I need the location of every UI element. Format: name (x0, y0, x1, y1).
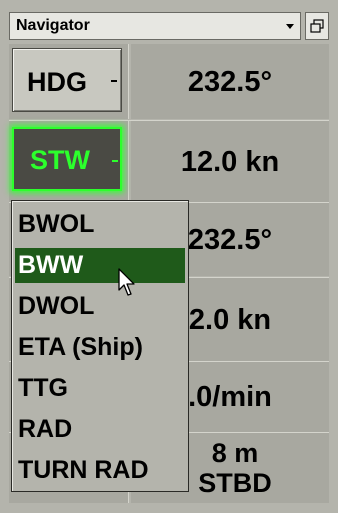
row-6-value-line2: STBD (198, 468, 272, 498)
menu-item-bww[interactable]: BWW (15, 248, 185, 283)
dropdown-arrow-icon (111, 80, 117, 82)
mode-dropdown-menu: BWOL BWW DWOL ETA (Ship) TTG RAD TURN RA… (11, 200, 189, 492)
navigator-panel: Navigator HDG 232.5° STW 12.0 kn 232.5° … (0, 0, 338, 513)
menu-item-turn-rad[interactable]: TURN RAD (15, 453, 185, 488)
dropdown-arrow-icon (112, 160, 118, 162)
menu-item-ttg[interactable]: TTG (15, 371, 185, 406)
mode-cell: STW (9, 121, 129, 202)
row-hdg: HDG 232.5° (9, 44, 329, 119)
panel-title: Navigator (16, 17, 90, 34)
mode-label: STW (30, 145, 90, 175)
value-cell: 12.0 kn (131, 121, 329, 202)
title-bar: Navigator (9, 12, 329, 42)
mode-label: HDG (27, 67, 87, 97)
stw-value: 12.0 kn (180, 145, 280, 178)
menu-item-rad[interactable]: RAD (15, 412, 185, 447)
mode-cell: HDG (9, 44, 129, 119)
restore-window-icon (310, 19, 324, 33)
hdg-value: 232.5° (187, 65, 273, 98)
panel-selector[interactable]: Navigator (9, 12, 301, 40)
restore-window-button[interactable] (305, 12, 329, 40)
value-cell: 232.5° (131, 44, 329, 119)
chevron-down-icon (286, 24, 294, 29)
menu-item-eta-ship[interactable]: ETA (Ship) (15, 330, 185, 365)
hdg-mode-button[interactable]: HDG (12, 48, 122, 112)
row-6-value-line1: 8 m (211, 438, 259, 468)
row-stw: STW 12.0 kn (9, 121, 329, 202)
stw-mode-button[interactable]: STW (12, 127, 122, 191)
mouse-pointer-icon (118, 268, 135, 296)
menu-item-bwol[interactable]: BWOL (15, 207, 185, 242)
menu-item-dwol[interactable]: DWOL (15, 289, 185, 324)
